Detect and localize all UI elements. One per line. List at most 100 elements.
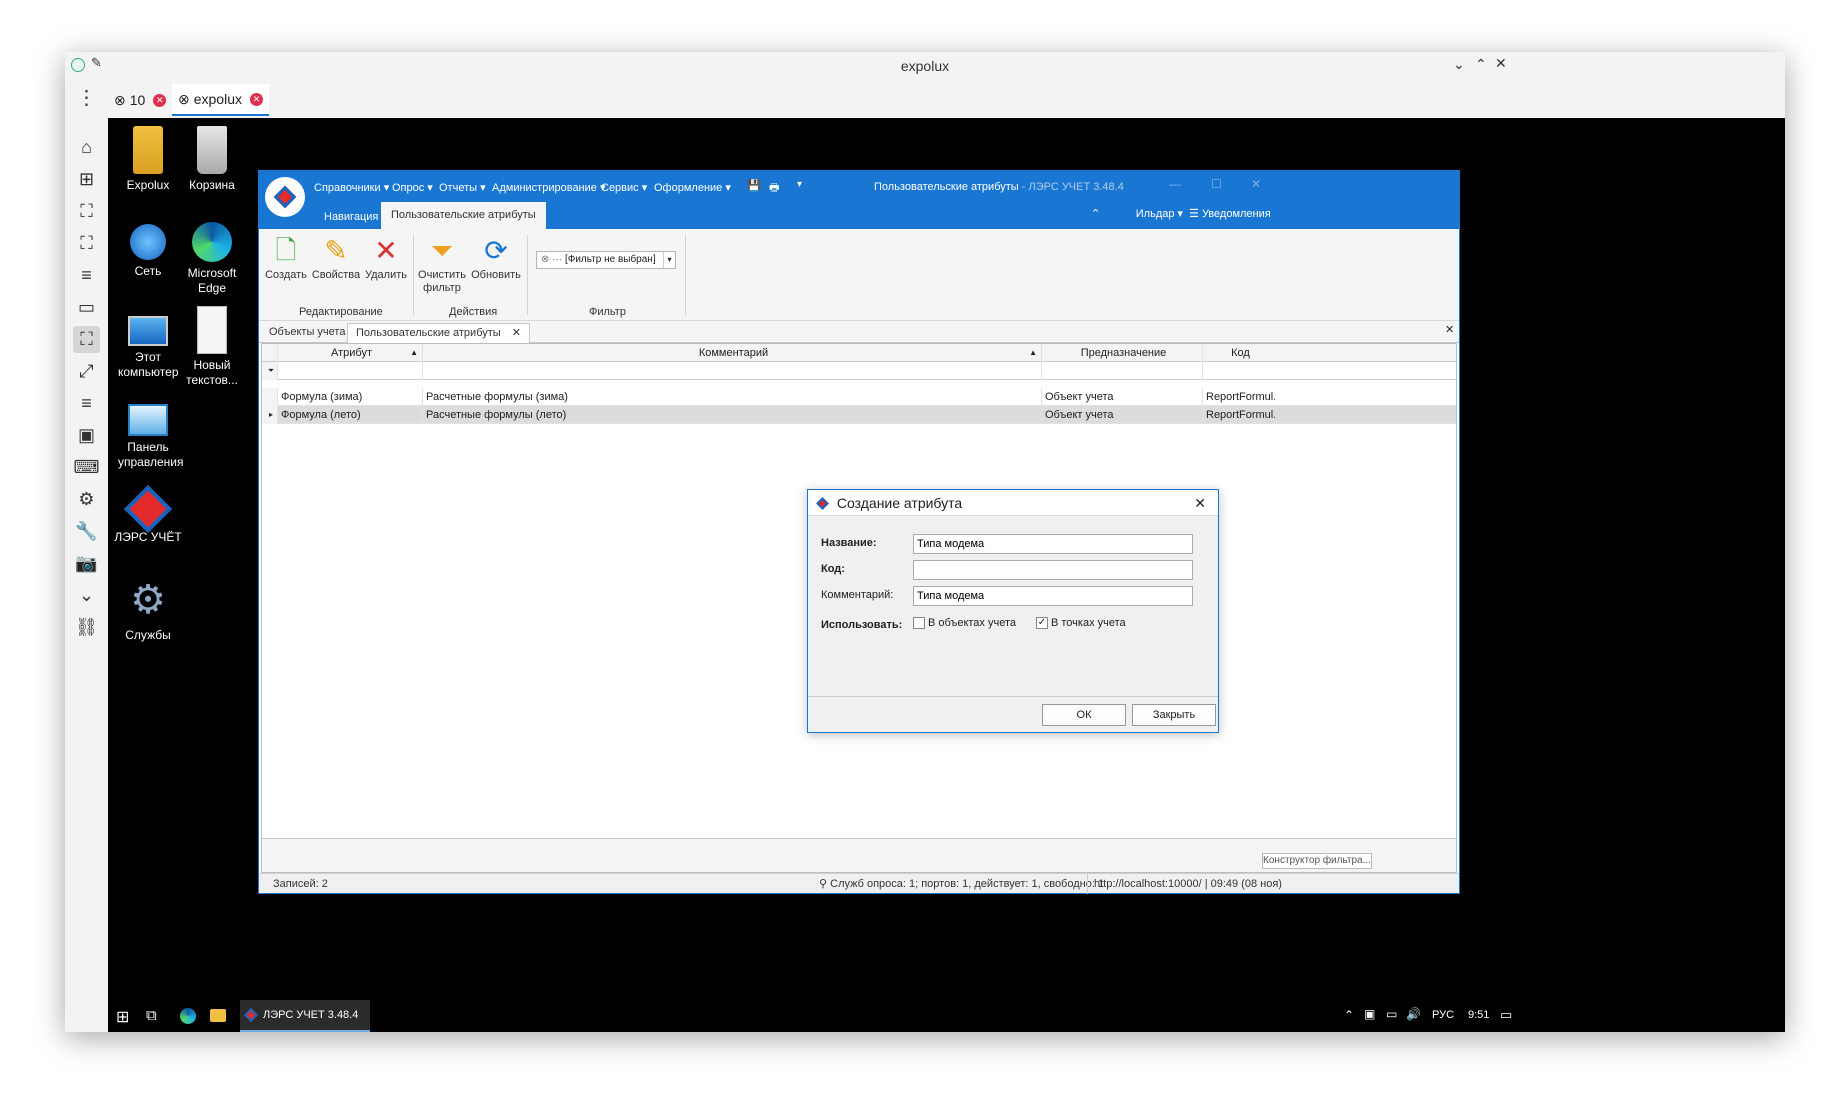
chevron-up-icon[interactable]: ⌃ [1475, 56, 1487, 73]
wrench-icon[interactable]: 🔧 [73, 518, 100, 545]
new-tab-icon[interactable]: ⊞ [73, 166, 100, 193]
close-tab-icon[interactable]: ✕ [250, 92, 263, 106]
menu-reports[interactable]: Отчеты ▾ [439, 181, 486, 194]
clock[interactable]: 9:51 [1468, 1009, 1489, 1021]
window-icon[interactable]: ▣ [73, 422, 100, 449]
table-row[interactable]: Формула (зима) Расчетные формулы (зима) … [262, 388, 1456, 406]
settings-icon[interactable]: ⚙ [73, 486, 100, 513]
display-icon[interactable]: ▭ [73, 294, 100, 321]
close-window-button[interactable]: ✕ [1495, 55, 1507, 72]
ribbon-separator [685, 235, 686, 315]
menu-poll[interactable]: Опрос ▾ [392, 181, 433, 194]
desktop-icon-edge[interactable]: Microsoft Edge [172, 216, 252, 296]
doc-tab-objects[interactable]: Объекты учета [261, 323, 353, 343]
use-points-checkbox[interactable]: ✓ В точках учета [1036, 617, 1126, 630]
properties-button[interactable]: ✎ Свойства [311, 233, 361, 282]
column-code[interactable]: Код [1203, 344, 1275, 362]
connection-tabs: ⊗ 10 ✕ ⊗ expolux ✕ [108, 80, 1785, 118]
save-icon[interactable]: 💾 [747, 179, 761, 192]
menu-service[interactable]: Сервис ▾ [601, 181, 647, 194]
doc-tab-attributes[interactable]: Пользовательские атрибуты ✕ [347, 323, 530, 343]
filter-cell[interactable] [1203, 362, 1275, 380]
home-icon[interactable]: ⌂ [73, 134, 100, 161]
desktop-icon-services[interactable]: ⚙ Службы [108, 576, 188, 643]
collapse-ribbon-icon[interactable]: ⌃ [1091, 207, 1100, 220]
volume-icon[interactable]: 🔊 [1406, 1007, 1421, 1021]
computer-icon [128, 316, 168, 346]
chevron-down-icon[interactable]: ⌄ [1453, 56, 1465, 73]
taskbar-app-lers[interactable]: ЛЭРС УЧЕТ 3.48.4 [240, 1000, 370, 1032]
filter-builder-button[interactable]: Конструктор фильтра... [1262, 853, 1372, 869]
close-all-tabs-icon[interactable]: ✕ [1445, 323, 1454, 336]
clear-filter-small-icon[interactable]: ⊗ ··· [541, 254, 562, 265]
task-view-icon[interactable]: ⧉ [146, 1007, 157, 1024]
notifications-button[interactable]: ☰ Уведомления [1189, 207, 1271, 220]
edge-taskbar-icon[interactable] [180, 1008, 196, 1024]
clear-filter-button[interactable]: ⏷ Очистить фильтр [417, 233, 467, 295]
create-icon: 🗋 [275, 234, 297, 265]
ribbon-tab-attributes[interactable]: Пользовательские атрибуты [381, 202, 546, 229]
delete-button[interactable]: ✕ Удалить [361, 233, 411, 282]
maximize-button[interactable]: ☐ [1211, 177, 1222, 191]
column-comment[interactable]: Комментарий ▲ [423, 344, 1042, 362]
scale-icon[interactable]: ⛶ [73, 326, 100, 353]
chevron-up-icon[interactable]: ⌃ [1344, 1008, 1354, 1022]
close-app-button[interactable]: ✕ [1251, 177, 1261, 191]
filter-select[interactable]: ⊗ ··· [Фильтр не выбран] ▾ [536, 251, 676, 269]
filter-cell[interactable] [423, 362, 1042, 380]
close-tab-icon[interactable]: ✕ [153, 93, 167, 107]
comment-input[interactable] [913, 586, 1193, 606]
desktop-icon-recycle-bin[interactable]: Корзина [172, 126, 252, 193]
list-icon[interactable]: ≡ [73, 390, 100, 417]
table-row[interactable]: ▸ Формула (лето) Расчетные формулы (лето… [262, 406, 1456, 424]
minimize-button[interactable]: — [1169, 177, 1181, 191]
meet-icon[interactable]: ▣ [1364, 1007, 1375, 1021]
keyboard-icon[interactable]: ⌨ [73, 454, 100, 481]
print-icon[interactable]: 🖶 [769, 179, 779, 198]
explorer-taskbar-icon[interactable] [210, 1009, 226, 1022]
menu-icon[interactable]: ≡ [73, 262, 100, 289]
menu-admin[interactable]: Администрирование ▾ [492, 181, 605, 194]
ribbon-tab-navigation[interactable]: Навигация [314, 204, 388, 229]
more-menu-icon[interactable]: ⋮ [73, 84, 100, 111]
filter-cell[interactable] [278, 362, 423, 380]
desktop-icon-label: Microsoft Edge [187, 266, 237, 295]
grid-filter-row[interactable]: ⏷ [262, 362, 1456, 380]
close-tab-icon[interactable]: ✕ [512, 327, 521, 339]
column-attribute[interactable]: Атрибут ▲ [278, 344, 423, 362]
language-indicator[interactable]: РУС [1432, 1009, 1454, 1021]
network-tray-icon[interactable]: ▭ [1386, 1007, 1397, 1021]
tab-10[interactable]: ⊗ 10 ✕ [108, 84, 172, 116]
use-objects-checkbox[interactable]: В объектах учета [913, 617, 1016, 630]
menu-appearance[interactable]: Оформление ▾ [654, 181, 731, 194]
column-purpose[interactable]: Предназначение [1042, 344, 1203, 362]
create-button[interactable]: 🗋 Создать [261, 233, 311, 282]
notifications-tray-icon[interactable]: ▭ [1500, 1007, 1512, 1023]
expand-icon[interactable]: ⤢ [73, 358, 100, 385]
disconnect-icon[interactable]: ⛓ [73, 614, 100, 641]
desktop-icon-new-text[interactable]: Новый текстов... [172, 306, 252, 388]
fullscreen-icon[interactable]: ⛶ [73, 230, 100, 257]
app-menu-button[interactable] [265, 177, 305, 217]
desktop-icon-lers[interactable]: ЛЭРС УЧЁТ [108, 484, 188, 545]
name-input[interactable] [913, 534, 1193, 554]
close-dialog-button[interactable]: ✕ [1194, 490, 1206, 516]
fit-screen-icon[interactable]: ⛶ [73, 198, 100, 225]
close-button[interactable]: Закрыть [1132, 704, 1216, 726]
desktop-icon-label: Новый текстов... [186, 358, 238, 387]
tab-expolux[interactable]: ⊗ expolux ✕ [172, 84, 269, 116]
server-status: http://localhost:10000/ | 09:49 (08 ноя) [1087, 874, 1282, 894]
code-input[interactable] [913, 560, 1193, 580]
refresh-button[interactable]: ⟳ Обновить [471, 233, 521, 282]
menu-references[interactable]: Справочники ▾ [314, 181, 389, 194]
user-menu[interactable]: 👤 Ильдар ▾ [1119, 207, 1183, 220]
dropdown-arrow-icon[interactable]: ▾ [663, 252, 675, 268]
chevron-down-icon[interactable]: ⌄ [73, 582, 100, 609]
ok-button[interactable]: ОК [1042, 704, 1126, 726]
camera-icon[interactable]: 📷 [73, 550, 100, 577]
quick-access-icon[interactable]: ▾ [797, 179, 802, 190]
windows-start-icon[interactable]: ⊞ [116, 1007, 129, 1027]
desktop-icon-label: Expolux [126, 178, 170, 192]
desktop-icon-control-panel[interactable]: Панель управления [108, 396, 188, 470]
filter-cell[interactable] [1042, 362, 1203, 380]
